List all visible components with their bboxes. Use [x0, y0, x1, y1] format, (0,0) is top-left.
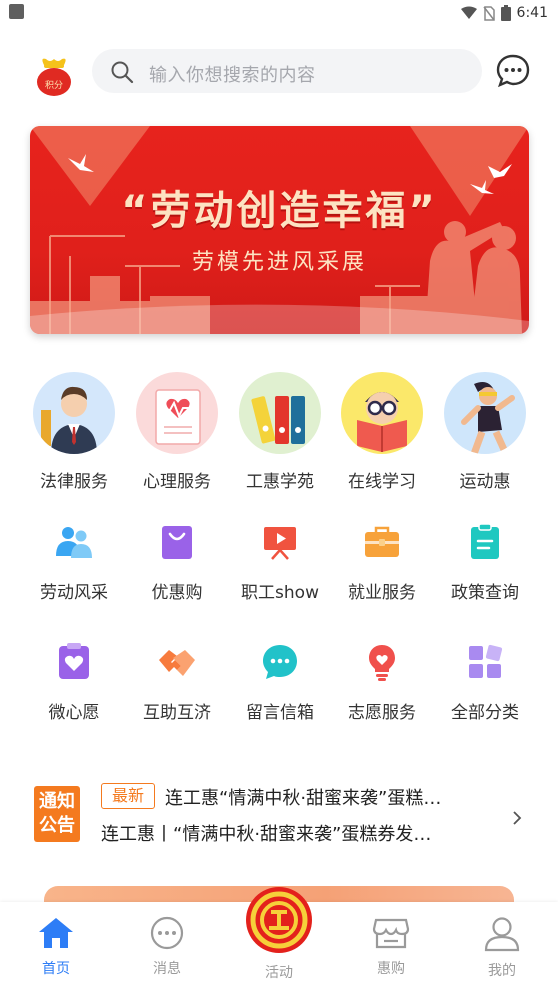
service-labor-style[interactable]: 劳动风采	[24, 522, 124, 603]
promo-banner[interactable]: “劳动创造幸福” 劳模先进风采展	[30, 126, 529, 334]
tab-deals-label: 惠购	[377, 961, 405, 977]
service-policy-query-label: 政策查询	[451, 583, 519, 603]
home-icon	[39, 918, 73, 948]
service-micro-wish-label: 微心愿	[48, 703, 100, 723]
shopping-bag-icon	[157, 522, 197, 562]
tab-activities-label: 活动	[265, 965, 293, 981]
service-grid-row-2: 微心愿 互助互济 留言信箱 志愿服务 全部分类	[0, 642, 558, 732]
service-legal[interactable]: 法律服务	[24, 372, 124, 492]
tab-mine[interactable]: 我的	[462, 916, 542, 980]
service-academy-label: 工惠学苑	[246, 472, 314, 492]
notice-bar[interactable]: 通知 公告 最新 连工惠“情满中秋·甜蜜来袭”蛋糕… 连工惠丨“情满中秋·甜蜜来…	[0, 778, 558, 848]
service-staff-show-label: 职工show	[241, 583, 319, 603]
tab-home-label: 首页	[42, 961, 70, 977]
status-indicators: 6:41	[460, 3, 548, 23]
chevron-right-icon[interactable]	[512, 810, 522, 826]
tab-mine-label: 我的	[488, 963, 516, 979]
tab-messages-label: 消息	[153, 961, 181, 977]
service-sports[interactable]: 运动惠	[435, 372, 535, 492]
user-icon	[484, 917, 520, 952]
banner-subtitle: 劳模先进风采展	[191, 250, 367, 275]
search-icon	[111, 61, 134, 84]
search-placeholder: 输入你想搜索的内容	[149, 65, 316, 86]
notice-headline-1[interactable]: 连工惠“情满中秋·甜蜜来袭”蛋糕…	[165, 784, 441, 810]
service-staff-show[interactable]: 职工show	[230, 522, 330, 603]
points-icon[interactable]: 积分	[34, 55, 74, 97]
service-legal-label: 法律服务	[40, 472, 108, 492]
tab-deals[interactable]: 惠购	[351, 916, 431, 978]
service-discount-shop[interactable]: 优惠购	[127, 522, 227, 603]
service-all-categories[interactable]: 全部分类	[435, 642, 535, 723]
service-micro-wish[interactable]: 微心愿	[24, 642, 124, 723]
chat-bubble-icon	[260, 642, 300, 682]
heart-card-icon	[54, 642, 94, 682]
union-emblem-icon	[246, 887, 312, 953]
battery-icon	[500, 5, 511, 21]
service-academy[interactable]: 工惠学苑	[230, 372, 330, 492]
tab-messages[interactable]: 消息	[127, 916, 207, 978]
lawyer-icon	[33, 372, 115, 454]
status-time: 6:41	[516, 5, 548, 21]
message-circle-icon	[150, 916, 184, 950]
reading-icon	[341, 372, 423, 454]
people-icon	[54, 522, 94, 562]
service-message-box-label: 留言信箱	[246, 703, 314, 723]
lightbulb-icon	[362, 642, 402, 682]
banner-title: “劳动创造幸福”	[121, 188, 438, 234]
service-online-learning-label: 在线学习	[348, 472, 416, 492]
notice-new-tag: 最新	[101, 783, 156, 809]
service-online-learning[interactable]: 在线学习	[332, 372, 432, 492]
binders-icon	[239, 372, 321, 454]
service-mutual-aid[interactable]: 互助互济	[127, 642, 227, 723]
service-volunteer[interactable]: 志愿服务	[332, 642, 432, 723]
header: 积分 输入你想搜索的内容	[0, 46, 558, 98]
tab-home[interactable]: 首页	[16, 916, 96, 978]
service-message-box[interactable]: 留言信箱	[230, 642, 330, 723]
store-icon	[372, 918, 410, 949]
grid-icon	[465, 642, 505, 682]
service-psychology[interactable]: 心理服务	[127, 372, 227, 492]
service-all-categories-label: 全部分类	[451, 703, 519, 723]
points-icon-text: 积分	[44, 81, 63, 91]
wifi-icon	[460, 6, 477, 19]
handshake-icon	[157, 642, 197, 682]
service-discount-shop-label: 优惠购	[151, 583, 203, 603]
no-sim-icon	[482, 5, 495, 21]
briefcase-icon	[362, 522, 402, 562]
heart-report-icon	[136, 372, 218, 454]
service-mutual-aid-label: 互助互济	[143, 703, 211, 723]
search-input[interactable]: 输入你想搜索的内容	[92, 49, 482, 93]
service-labor-style-label: 劳动风采	[40, 583, 108, 603]
notification-icon	[9, 4, 24, 19]
service-volunteer-label: 志愿服务	[348, 703, 416, 723]
status-bar: 6:41	[0, 0, 558, 26]
service-psychology-label: 心理服务	[143, 472, 211, 492]
runner-icon	[444, 372, 526, 454]
service-employment[interactable]: 就业服务	[332, 522, 432, 603]
notice-badge: 通知 公告	[34, 786, 80, 842]
featured-services: 法律服务 心理服务 工惠学苑 在线学习 运动惠	[0, 372, 558, 492]
presentation-icon	[260, 522, 300, 562]
notice-headline-2[interactable]: 连工惠丨“情满中秋·甜蜜来袭”蛋糕券发…	[101, 820, 431, 846]
service-grid-row-1: 劳动风采 优惠购 职工show 就业服务 政策查询	[0, 522, 558, 612]
service-sports-label: 运动惠	[459, 472, 511, 492]
notice-badge-line2: 公告	[39, 815, 75, 836]
service-policy-query[interactable]: 政策查询	[435, 522, 535, 603]
clipboard-icon	[465, 522, 505, 562]
service-employment-label: 就业服务	[348, 583, 416, 603]
message-icon[interactable]	[496, 54, 530, 88]
tab-activities[interactable]	[245, 886, 313, 954]
notice-badge-line1: 通知	[39, 791, 75, 812]
bottom-tab-bar: 首页 消息 活动 惠购 我的	[0, 887, 558, 992]
